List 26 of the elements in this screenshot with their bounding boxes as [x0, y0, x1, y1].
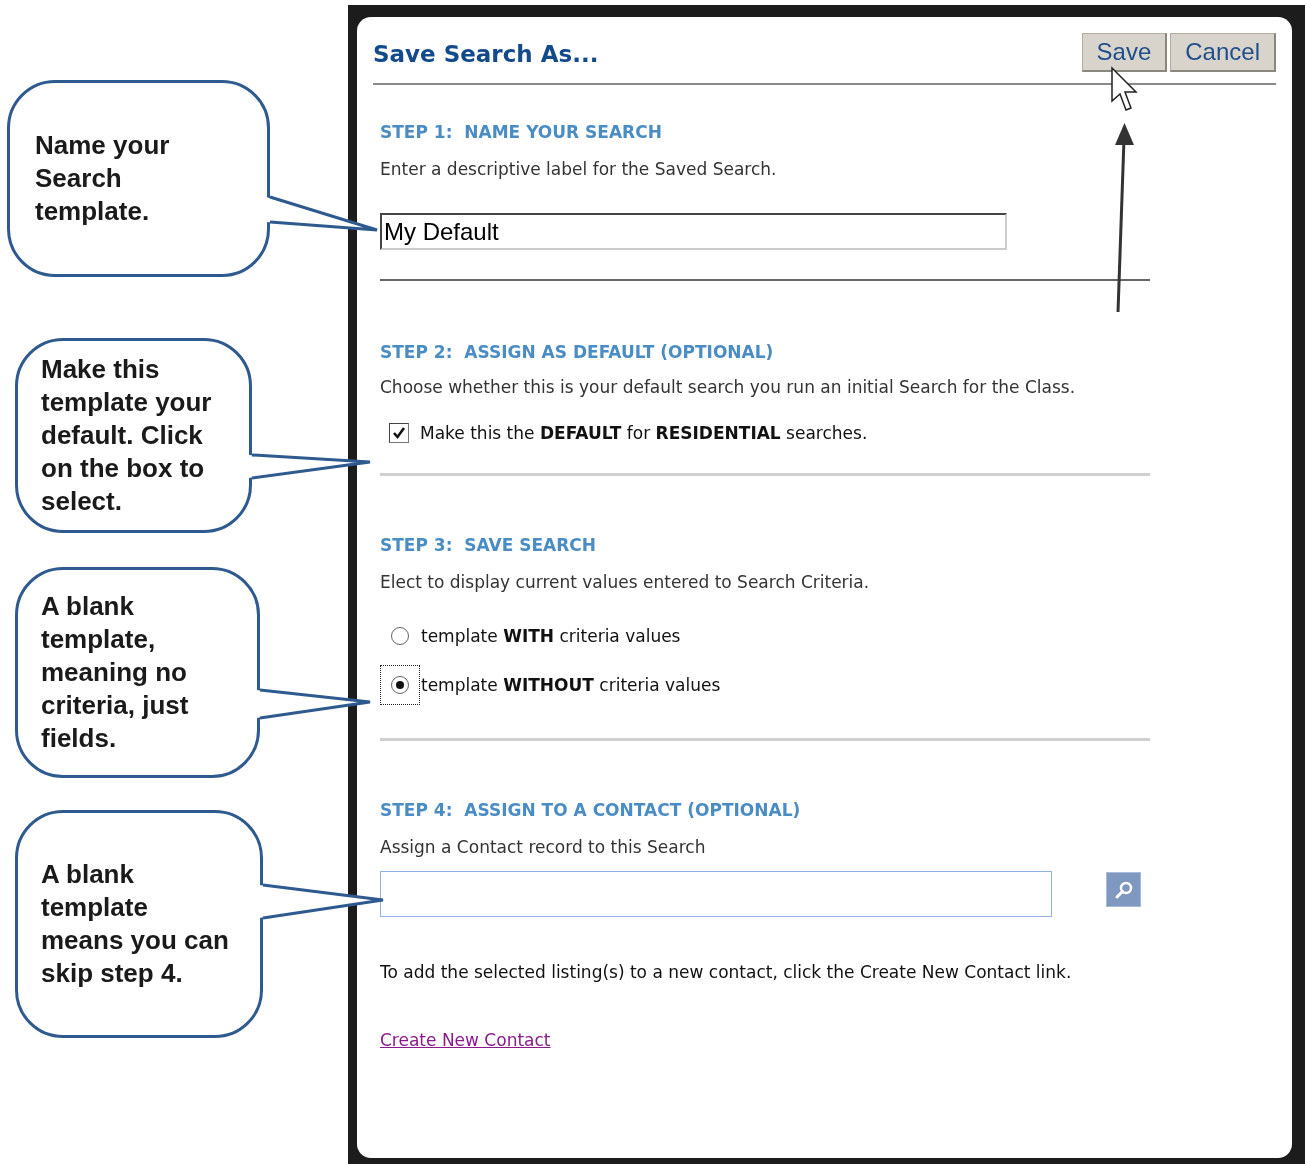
step-heading: STEP 3: SAVE SEARCH — [380, 534, 598, 557]
step-description: Assign a Contact record to this Search — [380, 836, 707, 859]
dialog-title: Save Search As... — [373, 40, 599, 69]
step-description: Choose whether this is your default search you run an initial Search for the Class. — [380, 376, 1077, 399]
cancel-button[interactable]: Cancel — [1170, 33, 1276, 72]
cursor-icon — [1111, 66, 1138, 111]
create-contact-link[interactable]: Create New Contact — [380, 1028, 551, 1052]
radio-button[interactable] — [391, 627, 409, 645]
callout-text: Name your Search template. — [35, 129, 170, 228]
name-field[interactable]: My Default — [380, 213, 1007, 250]
save-button[interactable]: Save — [1081, 33, 1168, 72]
radio-label: template WITH criteria values — [421, 625, 681, 648]
step-description: Enter a descriptive label for the Saved Search. — [380, 158, 778, 181]
checkbox-label: Make this the DEFAULT for RESIDENTIAL searches. — [420, 422, 868, 445]
step-heading: STEP 1: NAME YOUR SEARCH — [380, 121, 663, 144]
radio-button[interactable] — [391, 676, 409, 694]
radio-label: template WITHOUT criteria values — [421, 674, 721, 697]
step-heading: STEP 2: ASSIGN AS DEFAULT (OPTIONAL) — [380, 341, 775, 364]
step-description: Elect to display current values entered to Search Criteria. — [380, 571, 871, 594]
checkbox[interactable] — [389, 423, 409, 443]
search-button[interactable] — [1106, 872, 1141, 907]
note-text: To add the selected listing(s) to a new contact, click the Create New Contact link. — [380, 961, 1073, 984]
callout-text: Make this template your default. Click on the box to select. — [41, 353, 212, 518]
callout-text: A blank template, meaning no criteria, just fields. — [41, 590, 189, 755]
step-heading: STEP 4: ASSIGN TO A CONTACT (OPTIONAL) — [380, 799, 802, 822]
callout-text: A blank template means you can skip step 4. — [41, 858, 229, 990]
